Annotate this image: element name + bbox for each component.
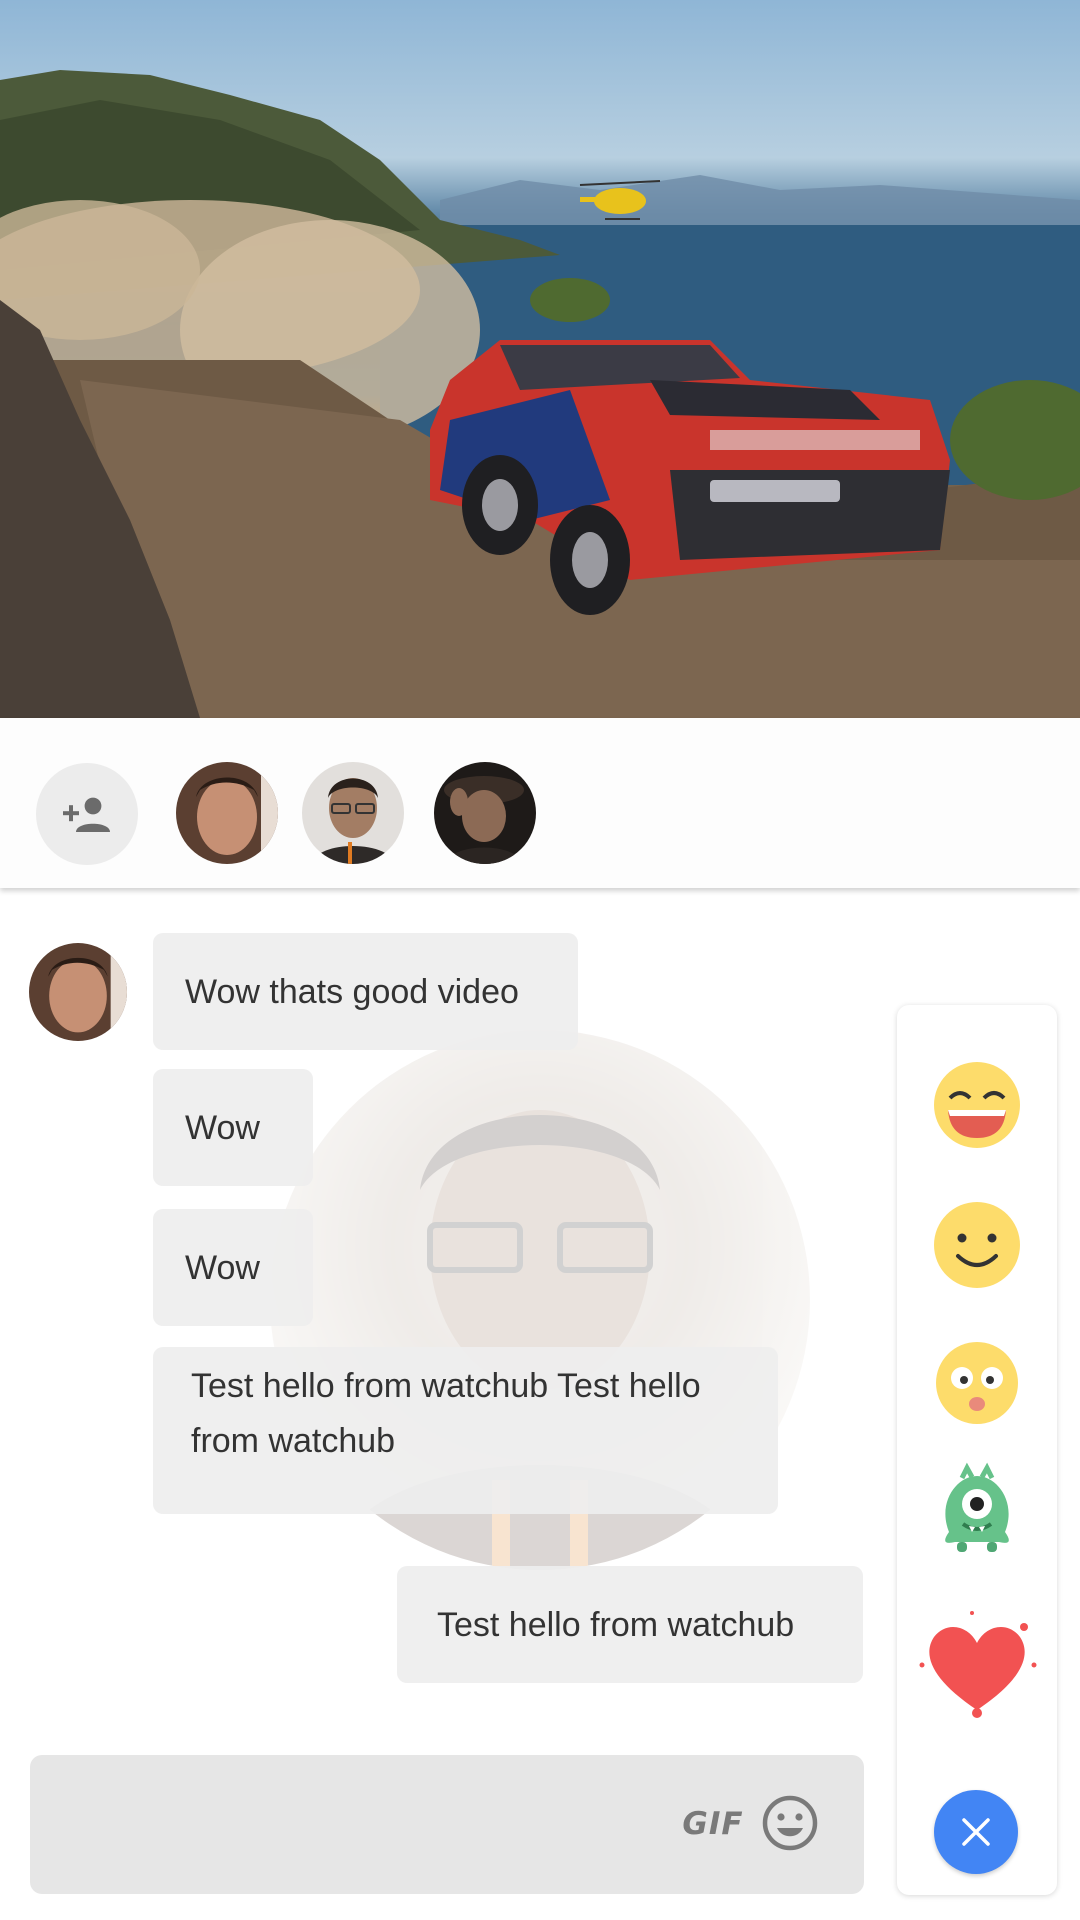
message-text: Wow xyxy=(185,1108,260,1147)
video-player[interactable] xyxy=(0,0,1080,718)
message-text: Test hello from watchub xyxy=(437,1605,795,1644)
gif-button[interactable]: GIF xyxy=(678,1799,748,1849)
person-add-icon xyxy=(63,797,110,832)
avatar xyxy=(302,762,404,864)
surprised-emoji-icon xyxy=(936,1342,1018,1424)
heart-sticker-icon xyxy=(919,1611,1037,1718)
message-input[interactable] xyxy=(50,1775,674,1877)
reaction-heart[interactable] xyxy=(907,1600,1047,1730)
gif-label: GIF xyxy=(682,1806,744,1842)
monster-sticker-icon xyxy=(945,1462,1009,1552)
participant-avatar-3[interactable] xyxy=(434,762,536,864)
message-bubble: Wow xyxy=(153,1209,313,1326)
add-participant-button[interactable] xyxy=(36,763,138,865)
own-message-bubble: Test hello from watchub xyxy=(397,1566,863,1683)
message-bubble: Wow xyxy=(153,1069,313,1186)
message-sender-avatar[interactable] xyxy=(29,943,127,1041)
participant-avatar-1[interactable] xyxy=(176,762,278,864)
message-composer: GIF xyxy=(30,1755,864,1894)
participants-bar xyxy=(0,718,1080,888)
message-bubble: Wow thats good video xyxy=(153,933,578,1050)
message-text: Test hello from watchub Test hello from … xyxy=(191,1367,701,1460)
close-reactions-button[interactable] xyxy=(934,1790,1018,1874)
reactions-panel xyxy=(897,1005,1057,1895)
avatar xyxy=(29,943,127,1041)
reaction-surprised[interactable] xyxy=(922,1328,1032,1438)
message-text: Wow thats good video xyxy=(185,972,519,1011)
close-icon xyxy=(962,1818,990,1846)
message-bubble: Test hello from watchub Test hello from … xyxy=(153,1347,778,1514)
emoji-button[interactable] xyxy=(760,1793,820,1853)
message-text: Wow xyxy=(185,1248,260,1287)
rally-car-video-frame xyxy=(0,70,1080,718)
avatar xyxy=(434,762,536,864)
grin-emoji-icon xyxy=(934,1062,1020,1148)
participant-avatar-2[interactable] xyxy=(302,762,404,864)
reaction-grin[interactable] xyxy=(922,1050,1032,1160)
avatar xyxy=(176,762,278,864)
reaction-smile[interactable] xyxy=(922,1190,1032,1300)
smiley-icon xyxy=(762,1795,818,1851)
smile-emoji-icon xyxy=(934,1202,1020,1288)
reaction-monster[interactable] xyxy=(922,1457,1032,1567)
